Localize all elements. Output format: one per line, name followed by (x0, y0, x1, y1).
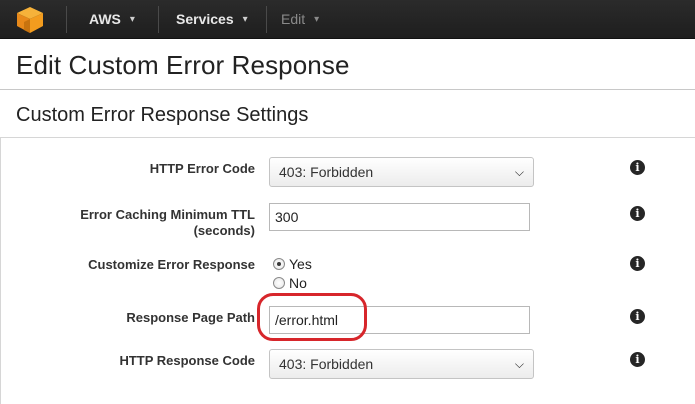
caching-ttl-label: Error Caching Minimum TTL (seconds) (80, 207, 255, 239)
page-title: Edit Custom Error Response (16, 50, 350, 80)
services-menu-label: Services (176, 11, 234, 27)
chevron-down-icon: ▾ (129, 13, 135, 25)
customize-error-response-label: Customize Error Response (88, 257, 255, 272)
http-response-code-label: HTTP Response Code (119, 353, 255, 368)
nav-divider (66, 6, 67, 33)
caching-ttl-label-line1: Error Caching Minimum TTL (80, 207, 255, 222)
aws-menu[interactable]: AWS ▾ (89, 0, 135, 39)
radio-yes-label: Yes (289, 256, 312, 272)
chevron-down-icon: ⌵ (514, 165, 524, 179)
nav-divider (266, 6, 267, 33)
aws-menu-label: AWS (89, 11, 121, 27)
chevron-down-icon: ⌵ (514, 357, 524, 371)
radio-yes[interactable] (273, 258, 285, 270)
nav-divider (158, 6, 159, 33)
caching-ttl-value: 300 (275, 209, 299, 225)
customize-yes-option[interactable]: Yes (273, 256, 312, 272)
chevron-down-icon: ▾ (314, 13, 320, 25)
panel-border (0, 138, 1, 404)
customize-no-option[interactable]: No (273, 275, 307, 291)
radio-no[interactable] (273, 277, 285, 289)
services-menu[interactable]: Services ▾ (176, 0, 248, 39)
http-error-code-label: HTTP Error Code (149, 161, 255, 176)
info-icon[interactable]: i (630, 160, 645, 175)
red-highlight-annotation (257, 293, 367, 341)
top-navigation-bar: AWS ▾ Services ▾ Edit ▾ (0, 0, 695, 39)
section-title: Custom Error Response Settings (16, 104, 309, 126)
http-error-code-value: 403: Forbidden (279, 164, 374, 180)
chevron-down-icon: ▾ (242, 13, 248, 25)
title-divider (0, 89, 695, 90)
aws-cube-logo-icon[interactable] (13, 4, 47, 35)
info-icon[interactable]: i (630, 309, 645, 324)
info-icon[interactable]: i (630, 206, 645, 221)
info-icon[interactable]: i (630, 352, 645, 367)
edit-menu-label: Edit (281, 11, 306, 27)
info-icon[interactable]: i (630, 256, 645, 271)
http-response-code-value: 403: Forbidden (279, 356, 374, 372)
response-page-path-label: Response Page Path (126, 310, 255, 325)
caching-ttl-label-line2: (seconds) (193, 223, 255, 238)
http-error-code-select[interactable]: 403: Forbidden ⌵ (269, 157, 534, 187)
section-divider (0, 137, 695, 138)
caching-ttl-input[interactable]: 300 (269, 203, 530, 231)
radio-no-label: No (289, 275, 307, 291)
http-response-code-select[interactable]: 403: Forbidden ⌵ (269, 349, 534, 379)
edit-menu[interactable]: Edit ▾ (281, 0, 319, 39)
